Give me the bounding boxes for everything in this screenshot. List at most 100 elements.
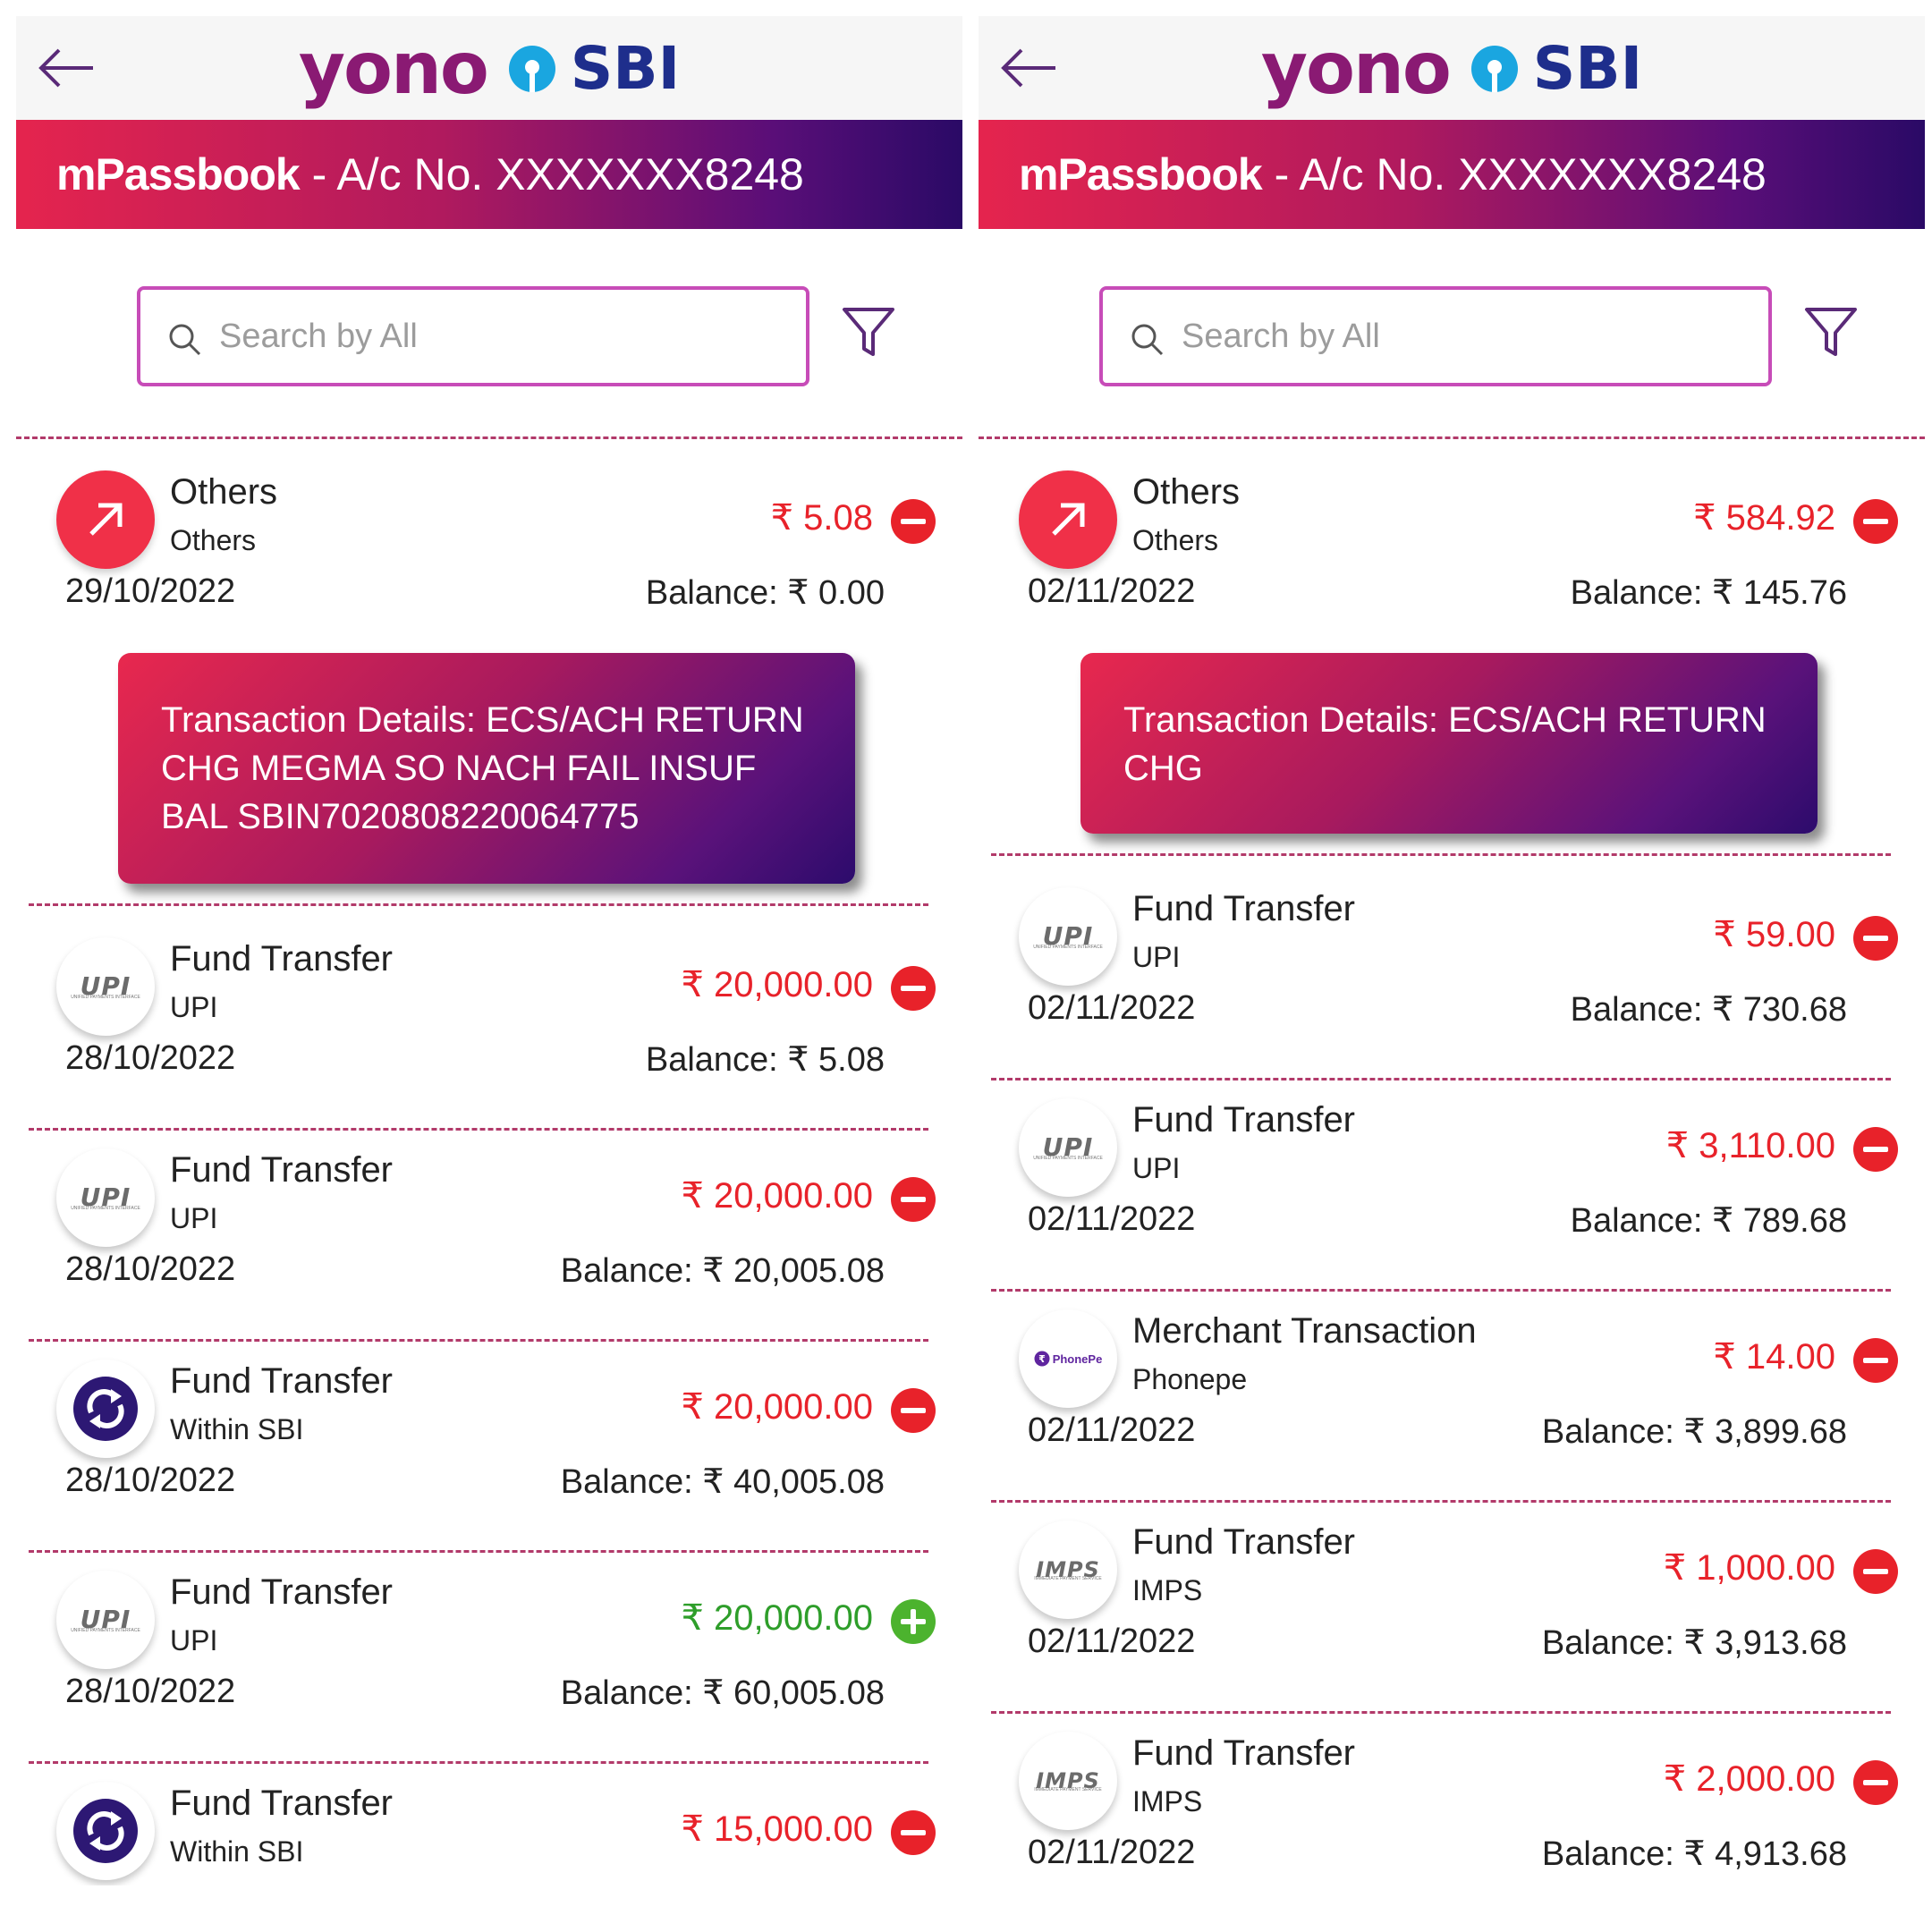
bottom-edge bbox=[979, 1885, 1925, 1912]
transaction-subtitle: Phonepe bbox=[1132, 1363, 1248, 1395]
transaction-title: Fund Transfer bbox=[170, 1784, 394, 1823]
arrow-up-right-icon bbox=[56, 470, 155, 569]
list-divider bbox=[991, 853, 1891, 856]
list-divider bbox=[991, 1711, 1891, 1714]
transaction-amount: ₹ 20,000.00 bbox=[681, 1387, 873, 1427]
search-icon bbox=[169, 324, 201, 356]
upi-logo-icon: UPI UNIFIED PAYMENTS INTERFACE bbox=[56, 1571, 155, 1669]
yono-sbi-logo: yono SBI bbox=[298, 27, 681, 110]
yono-sbi-logo: yono SBI bbox=[1260, 27, 1643, 110]
transaction-subtitle: Others bbox=[1132, 524, 1219, 556]
transaction-details-popup: Transaction Details: ECS/ACH RETURN CHG … bbox=[118, 653, 855, 884]
search-row bbox=[16, 286, 962, 394]
upi-logo-icon: UPI UNIFIED PAYMENTS INTERFACE bbox=[1019, 887, 1117, 986]
minus-circle-icon bbox=[891, 499, 936, 544]
list-divider bbox=[29, 1761, 928, 1764]
transaction-subtitle: IMPS bbox=[1132, 1574, 1203, 1606]
transaction-amount: ₹ 2,000.00 bbox=[1663, 1759, 1835, 1799]
sbi-transfer-icon bbox=[56, 1360, 155, 1458]
transaction-balance: Balance: ₹ 5.08 bbox=[645, 1041, 885, 1079]
list-divider bbox=[29, 1128, 928, 1131]
minus-circle-icon bbox=[1853, 1549, 1898, 1594]
list-divider bbox=[979, 436, 1925, 439]
search-row bbox=[979, 286, 1925, 394]
transaction-row[interactable]: Others Others ₹ 584.92 02/11/2022 Balanc… bbox=[979, 456, 1925, 667]
transaction-date: 28/10/2022 bbox=[65, 1039, 236, 1077]
transaction-title: Merchant Transaction bbox=[1132, 1311, 1477, 1351]
transaction-title: Others bbox=[1132, 472, 1241, 512]
list-divider bbox=[29, 903, 928, 906]
list-divider bbox=[29, 1550, 928, 1553]
transaction-date: 28/10/2022 bbox=[65, 1250, 236, 1288]
transaction-row[interactable]: IMPS IMMEDIATE PAYMENT SERVICE Fund Trans… bbox=[979, 1506, 1925, 1717]
transaction-date: 28/10/2022 bbox=[65, 1673, 236, 1710]
minus-circle-icon bbox=[1853, 1338, 1898, 1383]
minus-circle-icon bbox=[891, 1177, 936, 1222]
sbi-transfer-icon bbox=[56, 1782, 155, 1880]
filter-icon[interactable] bbox=[839, 302, 898, 361]
transaction-date: 28/10/2022 bbox=[65, 1462, 236, 1499]
transaction-subtitle: Within SBI bbox=[170, 1413, 304, 1445]
list-divider bbox=[991, 1289, 1891, 1292]
transaction-title: Fund Transfer bbox=[1132, 1522, 1356, 1562]
transaction-balance: Balance: ₹ 789.68 bbox=[1570, 1202, 1847, 1240]
list-divider bbox=[29, 1339, 928, 1342]
transaction-date: 02/11/2022 bbox=[1028, 1834, 1196, 1871]
account-number: A/c No. XXXXXXX8248 bbox=[336, 149, 804, 199]
filter-icon[interactable] bbox=[1801, 302, 1860, 361]
transaction-date: 02/11/2022 bbox=[1028, 1200, 1196, 1238]
transaction-row[interactable]: UPI UNIFIED PAYMENTS INTERFACE Fund Trans… bbox=[979, 873, 1925, 1084]
transaction-balance: Balance: ₹ 40,005.08 bbox=[560, 1463, 885, 1501]
phonepe-logo-icon: ₹ PhonePe bbox=[1019, 1309, 1117, 1408]
transaction-subtitle: Others bbox=[170, 524, 257, 556]
arrow-up-right-icon bbox=[1019, 470, 1117, 569]
transaction-amount: ₹ 14.00 bbox=[1713, 1337, 1835, 1377]
transaction-row[interactable]: UPI UNIFIED PAYMENTS INTERFACE Fund Trans… bbox=[16, 1134, 962, 1345]
transaction-amount: ₹ 20,000.00 bbox=[681, 965, 873, 1004]
transaction-row[interactable]: ₹ PhonePe Merchant Transaction Phonepe ₹… bbox=[979, 1295, 1925, 1506]
transaction-amount: ₹ 59.00 bbox=[1713, 915, 1835, 954]
transaction-balance: Balance: ₹ 60,005.08 bbox=[560, 1674, 885, 1712]
app-header: yono SBI bbox=[16, 16, 962, 120]
transaction-date: 02/11/2022 bbox=[1028, 1623, 1196, 1660]
app-header: yono SBI bbox=[979, 16, 1925, 120]
search-input[interactable] bbox=[219, 290, 774, 383]
transaction-subtitle: Within SBI bbox=[170, 1835, 304, 1868]
transaction-balance: Balance: ₹ 0.00 bbox=[645, 574, 885, 612]
transaction-subtitle: UPI bbox=[1132, 1152, 1181, 1184]
minus-circle-icon bbox=[1853, 916, 1898, 961]
transaction-row[interactable]: UPI UNIFIED PAYMENTS INTERFACE Fund Trans… bbox=[16, 1556, 962, 1767]
plus-circle-icon bbox=[891, 1599, 936, 1644]
transaction-date: 02/11/2022 bbox=[1028, 572, 1196, 610]
transaction-row[interactable]: Others Others ₹ 5.08 29/10/2022 Balance:… bbox=[16, 456, 962, 667]
imps-logo-icon: IMPS IMMEDIATE PAYMENT SERVICE bbox=[1019, 1521, 1117, 1619]
search-box[interactable] bbox=[1099, 286, 1772, 386]
transaction-amount: ₹ 1,000.00 bbox=[1663, 1548, 1835, 1588]
transaction-balance: Balance: ₹ 3,913.68 bbox=[1541, 1624, 1847, 1662]
transaction-subtitle: UPI bbox=[170, 991, 218, 1023]
transaction-row[interactable]: UPI UNIFIED PAYMENTS INTERFACE Fund Trans… bbox=[979, 1084, 1925, 1295]
search-input[interactable] bbox=[1182, 290, 1736, 383]
minus-circle-icon bbox=[891, 1388, 936, 1433]
transaction-subtitle: IMPS bbox=[1132, 1785, 1203, 1818]
transaction-balance: Balance: ₹ 145.76 bbox=[1570, 574, 1847, 612]
search-box[interactable] bbox=[137, 286, 809, 386]
transaction-title: Fund Transfer bbox=[170, 1150, 394, 1190]
transaction-row[interactable]: UPI UNIFIED PAYMENTS INTERFACE Fund Trans… bbox=[16, 923, 962, 1134]
bottom-edge bbox=[16, 1885, 962, 1912]
transaction-balance: Balance: ₹ 20,005.08 bbox=[560, 1252, 885, 1290]
list-divider bbox=[991, 1078, 1891, 1080]
search-icon bbox=[1131, 324, 1164, 356]
mpassbook-title: mPassbook bbox=[1019, 149, 1263, 199]
transaction-row[interactable]: Fund Transfer Within SBI ₹ 20,000.00 28/… bbox=[16, 1345, 962, 1556]
imps-logo-icon: IMPS IMMEDIATE PAYMENT SERVICE bbox=[1019, 1732, 1117, 1830]
account-bar: mPassbook - A/c No. XXXXXXX8248 bbox=[979, 120, 1925, 229]
transaction-row[interactable]: IMPS IMMEDIATE PAYMENT SERVICE Fund Trans… bbox=[979, 1717, 1925, 1912]
minus-circle-icon bbox=[891, 966, 936, 1011]
transaction-amount: ₹ 3,110.00 bbox=[1665, 1126, 1835, 1165]
minus-circle-icon bbox=[1853, 1760, 1898, 1805]
transaction-balance: Balance: ₹ 4,913.68 bbox=[1541, 1835, 1847, 1873]
minus-circle-icon bbox=[1853, 1127, 1898, 1172]
list-divider bbox=[991, 1500, 1891, 1503]
transaction-title: Fund Transfer bbox=[1132, 889, 1356, 928]
